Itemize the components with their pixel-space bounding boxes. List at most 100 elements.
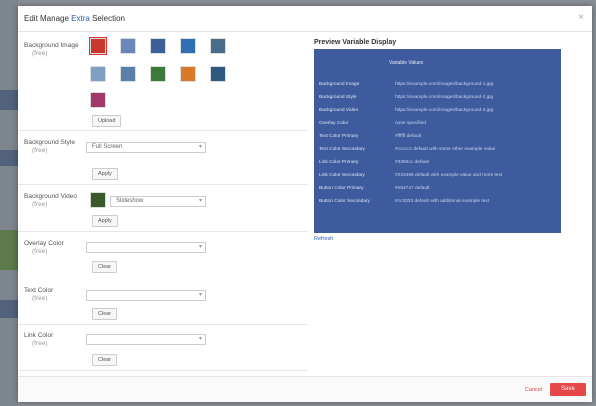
thumbnail-water[interactable] xyxy=(120,66,136,82)
setting-sub: (free) xyxy=(32,340,48,347)
thumbnail-dusk[interactable] xyxy=(90,92,106,108)
preview-row: Background Video https://example.com/imag… xyxy=(319,108,493,113)
setting-label-text: Overlay Color xyxy=(24,240,64,247)
thumbnail-leaves[interactable] xyxy=(150,66,166,82)
preview-key: Button Color Primary xyxy=(319,186,364,191)
divider xyxy=(18,231,308,232)
thumbnail-blue-sky[interactable] xyxy=(120,38,136,54)
setting-label: Link Color (free) xyxy=(24,332,94,348)
clear-button[interactable]: Clear xyxy=(92,354,118,366)
setting-label-text: Background Video xyxy=(24,193,78,200)
setting-sub: (free) xyxy=(32,50,48,57)
background-block xyxy=(0,300,18,318)
preview-key: Text Color Secondary xyxy=(319,147,365,152)
apply-button[interactable]: Apply xyxy=(92,215,118,227)
close-icon[interactable]: × xyxy=(578,12,584,23)
preview-value: https://example.com/images/background-2.… xyxy=(395,95,494,100)
preview-header: Variable Values xyxy=(389,60,424,66)
save-button[interactable]: Save xyxy=(550,383,586,396)
thumbnail-city-night[interactable] xyxy=(150,38,166,54)
preview-row: Overlay Color none specified xyxy=(319,121,426,126)
preview-value: #ffffff default xyxy=(395,134,421,139)
text-color-select[interactable]: ▾ xyxy=(86,290,206,301)
preview-row: Link Color Secondary #224488 default with… xyxy=(319,173,502,178)
settings-panel: Background Image (free) Upload Backgroun… xyxy=(18,32,308,372)
preview-row: Text Color Primary #ffffff default xyxy=(319,134,421,139)
clear-button[interactable]: Clear xyxy=(92,261,118,273)
modal-dialog: Edit Manage Extra Selection × Background… xyxy=(18,6,592,402)
select-value: Slideshow xyxy=(116,198,144,204)
chevron-down-icon: ▾ xyxy=(198,144,202,150)
preview-key: Link Color Primary xyxy=(319,160,359,165)
divider xyxy=(18,130,308,131)
preview-row: Button Color Primary #e64747 default xyxy=(319,186,429,191)
preview-title: Preview Variable Display xyxy=(314,39,397,46)
chevron-down-icon: ▾ xyxy=(198,198,202,204)
preview-value: #cccccc default with some other example … xyxy=(395,147,496,152)
setting-label-text: Text Color xyxy=(24,287,54,294)
preview-row: Background Image https://example.com/imag… xyxy=(319,82,493,87)
video-thumbnail xyxy=(90,192,106,208)
thumbnail-ocean[interactable] xyxy=(180,38,196,54)
setting-label: Background Style (free) xyxy=(24,139,94,155)
background-style-select[interactable]: Full Screen ▾ xyxy=(86,142,206,153)
modal-header: Edit Manage Extra Selection × xyxy=(18,6,592,32)
modal-footer: Cancel Save xyxy=(18,376,592,402)
chevron-down-icon: ▾ xyxy=(198,244,202,250)
background-page xyxy=(0,0,18,406)
preview-value: #e64747 default xyxy=(395,186,430,191)
divider xyxy=(18,184,308,185)
refresh-link[interactable]: Refresh xyxy=(314,236,333,242)
preview-value: none specified xyxy=(395,121,426,126)
upload-button[interactable]: Upload xyxy=(92,115,122,127)
title-suffix: Selection xyxy=(92,14,125,23)
setting-label: Background Video (free) xyxy=(24,193,94,209)
preview-row: Link Color Primary #3366cc default xyxy=(319,160,429,165)
preview-key: Text Color Primary xyxy=(319,134,359,139)
setting-label: Overlay Color (free) xyxy=(24,240,94,256)
preview-value: https://example.com/images/background-3.… xyxy=(395,108,494,113)
divider xyxy=(18,370,308,371)
setting-label-text: Background Image xyxy=(24,42,79,49)
preview-key: Link Color Secondary xyxy=(319,173,365,178)
clear-button[interactable]: Clear xyxy=(92,308,118,320)
thumbnail-sunset[interactable] xyxy=(180,66,196,82)
preview-panel: Variable Values Background Image https://… xyxy=(314,49,561,233)
preview-row: Text Color Secondary #cccccc default with… xyxy=(319,147,495,152)
background-block xyxy=(0,90,18,110)
preview-row: Button Color Secondary #cc3333 default wi… xyxy=(319,199,489,204)
setting-sub: (free) xyxy=(32,147,48,154)
apply-button[interactable]: Apply xyxy=(92,168,118,180)
preview-key: Background Video xyxy=(319,108,359,113)
setting-label-text: Background Style xyxy=(24,139,75,146)
setting-label: Text Color (free) xyxy=(24,287,94,303)
preview-value: https://example.com/images/background-1.… xyxy=(395,82,494,87)
setting-sub: (free) xyxy=(32,248,48,255)
divider xyxy=(18,324,308,325)
select-value: Full Screen xyxy=(92,144,123,150)
thumbnail-mountain[interactable] xyxy=(210,38,226,54)
chevron-down-icon: ▾ xyxy=(198,292,202,298)
title-accent: Extra xyxy=(71,14,90,23)
preview-row: Background Style https://example.com/imag… xyxy=(319,95,493,100)
preview-value: #224488 default with example value and m… xyxy=(395,173,503,178)
thumbnail-red-flower[interactable] xyxy=(89,37,107,55)
background-block xyxy=(0,230,18,270)
preview-value: #3366cc default xyxy=(395,160,429,165)
cancel-button[interactable]: Cancel xyxy=(525,387,542,393)
background-block xyxy=(0,150,18,166)
background-video-select[interactable]: Slideshow ▾ xyxy=(110,196,206,207)
overlay-color-select[interactable]: ▾ xyxy=(86,242,206,253)
thumbnail-skyline[interactable] xyxy=(90,66,106,82)
setting-sub: (free) xyxy=(32,295,48,302)
modal-title: Edit Manage Extra Selection xyxy=(24,14,125,23)
setting-label-text: Link Color xyxy=(24,332,54,339)
title-prefix: Edit Manage xyxy=(24,14,69,23)
thumbnail-forest[interactable] xyxy=(210,66,226,82)
setting-label: Background Image (free) xyxy=(24,42,94,58)
link-color-select[interactable]: ▾ xyxy=(86,334,206,345)
chevron-down-icon: ▾ xyxy=(198,336,202,342)
preview-key: Background Image xyxy=(319,82,360,87)
preview-key: Button Color Secondary xyxy=(319,199,370,204)
preview-key: Overlay Color xyxy=(319,121,349,126)
